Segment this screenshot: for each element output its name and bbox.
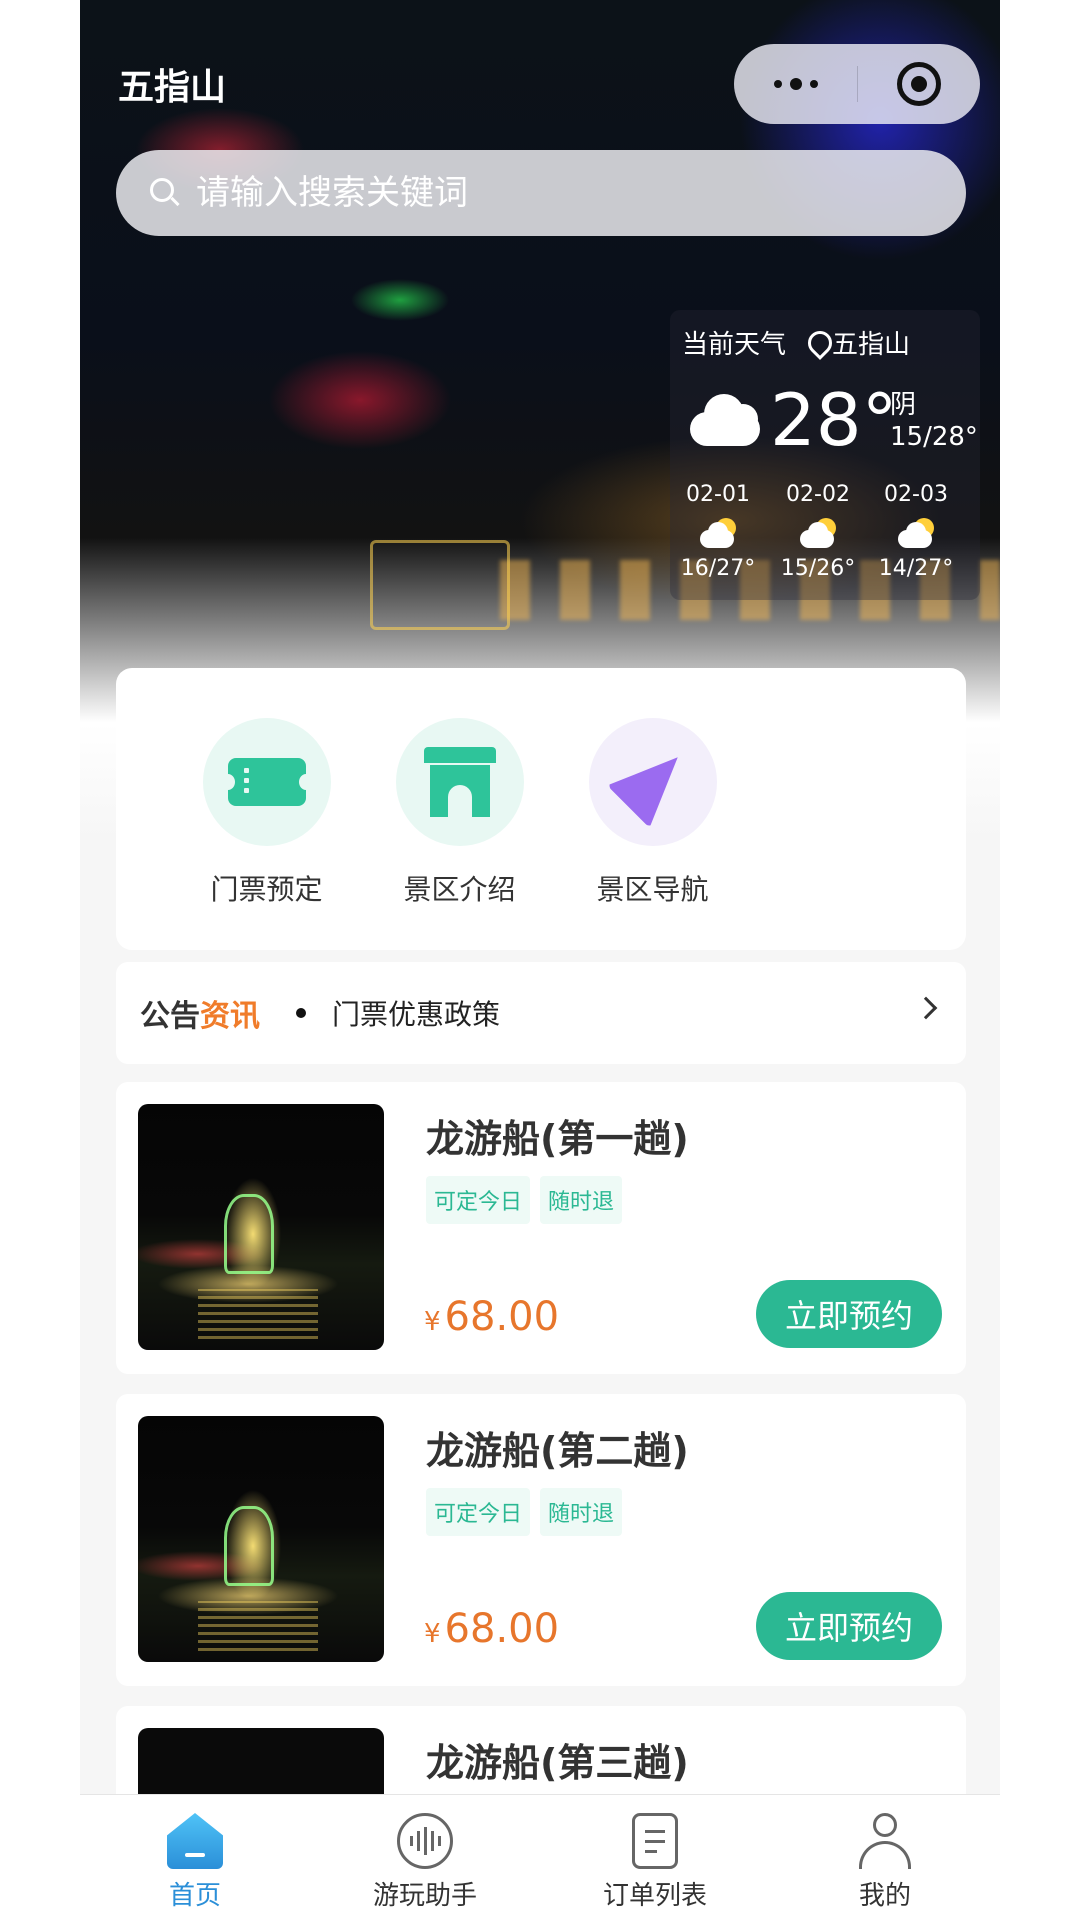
ticket-icon — [202, 718, 331, 846]
product-image — [138, 1416, 384, 1662]
menu-item-scenic-intro[interactable]: 景区介绍 — [363, 718, 556, 950]
tab-label: 订单列表 — [602, 1881, 707, 1911]
product-price: ¥68.00 — [424, 1294, 559, 1340]
product-image — [138, 1104, 384, 1350]
search-icon — [150, 178, 180, 208]
tab-label: 游玩助手 — [372, 1881, 477, 1911]
bottom-tab-bar: 首页 游玩助手 订单列表 我的 — [80, 1794, 1000, 1920]
book-now-button[interactable]: 立即预约 — [756, 1280, 942, 1348]
forecast-date: 02-02 — [786, 482, 850, 507]
product-tag: 随时退 — [540, 1488, 623, 1536]
chevron-right-icon — [914, 996, 938, 1020]
navigation-icon — [588, 718, 717, 846]
tab-orders[interactable]: 订单列表 — [540, 1795, 770, 1920]
menu-item-ticket-booking[interactable]: 门票预定 — [170, 718, 363, 950]
forecast-day: 02-03 14/27° — [868, 482, 964, 581]
forecast-day: 02-01 16/27° — [670, 482, 766, 581]
currency-symbol: ¥ — [424, 1619, 441, 1649]
menu-item-label: 门票预定 — [210, 873, 323, 906]
product-price: ¥68.00 — [424, 1606, 559, 1652]
notice-bar[interactable]: 公告资讯 门票优惠政策 — [116, 962, 966, 1064]
mini-program-capsule — [734, 44, 980, 124]
mini-program-app: 五指山 当前天气 五指山 28° 阴 15/28° 02-01 16/27° — [80, 0, 1000, 1920]
product-card[interactable]: 龙游船(第一趟) 可定今日 随时退 ¥68.00 立即预约 — [116, 1082, 966, 1374]
search-input[interactable] — [196, 173, 896, 213]
weather-widget: 当前天气 五指山 28° 阴 15/28° 02-01 16/27° 02-02… — [670, 310, 980, 600]
price-value: 68.00 — [444, 1606, 560, 1652]
product-title: 龙游船(第三趟) — [426, 1741, 689, 1785]
menu-item-label: 景区导航 — [596, 873, 709, 906]
search-bar[interactable] — [116, 150, 966, 236]
notice-text: 门票优惠政策 — [332, 998, 501, 1031]
current-temperature: 28° — [770, 378, 898, 462]
user-icon — [857, 1813, 913, 1869]
location-pin-icon — [808, 331, 826, 355]
tab-mine[interactable]: 我的 — [770, 1795, 1000, 1920]
product-title: 龙游船(第一趟) — [426, 1117, 689, 1161]
tab-assistant[interactable]: 游玩助手 — [310, 1795, 540, 1920]
voice-assistant-icon — [397, 1813, 453, 1869]
page-title: 五指山 — [118, 67, 227, 108]
tab-label: 我的 — [858, 1881, 911, 1911]
tab-label: 首页 — [168, 1881, 221, 1911]
bullet-dot — [296, 1008, 306, 1018]
currency-symbol: ¥ — [424, 1307, 441, 1337]
forecast-range: 15/26° — [780, 556, 856, 581]
gate-icon — [395, 718, 524, 846]
book-now-button[interactable]: 立即预约 — [756, 1592, 942, 1660]
more-icon[interactable] — [734, 44, 857, 124]
menu-item-navigation[interactable]: 景区导航 — [556, 718, 749, 950]
weather-header: 当前天气 五指山 — [670, 324, 980, 361]
product-tags: 可定今日 随时退 — [426, 1176, 623, 1224]
tab-home[interactable]: 首页 — [80, 1795, 310, 1920]
notice-tag: 公告资讯 — [140, 991, 260, 1035]
close-program-icon[interactable] — [858, 44, 980, 124]
partly-cloudy-icon — [896, 518, 936, 550]
cloudy-icon — [684, 390, 764, 446]
temperature-range: 15/28° — [890, 422, 978, 452]
partly-cloudy-icon — [798, 518, 838, 550]
weather-condition: 阴 — [890, 390, 917, 420]
product-tags: 可定今日 随时退 — [426, 1488, 623, 1536]
forecast-range: 16/27° — [680, 556, 756, 581]
product-card[interactable]: 龙游船(第二趟) 可定今日 随时退 ¥68.00 立即预约 — [116, 1394, 966, 1686]
product-tag: 可定今日 — [426, 1176, 531, 1224]
partly-cloudy-icon — [698, 518, 738, 550]
forecast-date: 02-01 — [686, 482, 750, 507]
forecast-range: 14/27° — [878, 556, 954, 581]
notice-tag-part1: 公告 — [140, 999, 200, 1034]
home-icon — [167, 1813, 223, 1869]
quick-menu: 门票预定 景区介绍 景区导航 — [116, 668, 966, 950]
banner-boat — [370, 540, 510, 630]
forecast-day: 02-02 15/26° — [770, 482, 866, 581]
product-tag: 可定今日 — [426, 1488, 531, 1536]
menu-item-label: 景区介绍 — [403, 873, 516, 906]
price-value: 68.00 — [444, 1294, 560, 1340]
forecast-date: 02-03 — [884, 482, 948, 507]
weather-location: 五指山 — [832, 330, 911, 360]
notice-tag-part2: 资讯 — [200, 999, 260, 1034]
product-title: 龙游船(第二趟) — [426, 1429, 689, 1473]
product-tag: 随时退 — [540, 1176, 623, 1224]
order-list-icon — [632, 1813, 678, 1869]
weather-label: 当前天气 — [682, 330, 787, 360]
